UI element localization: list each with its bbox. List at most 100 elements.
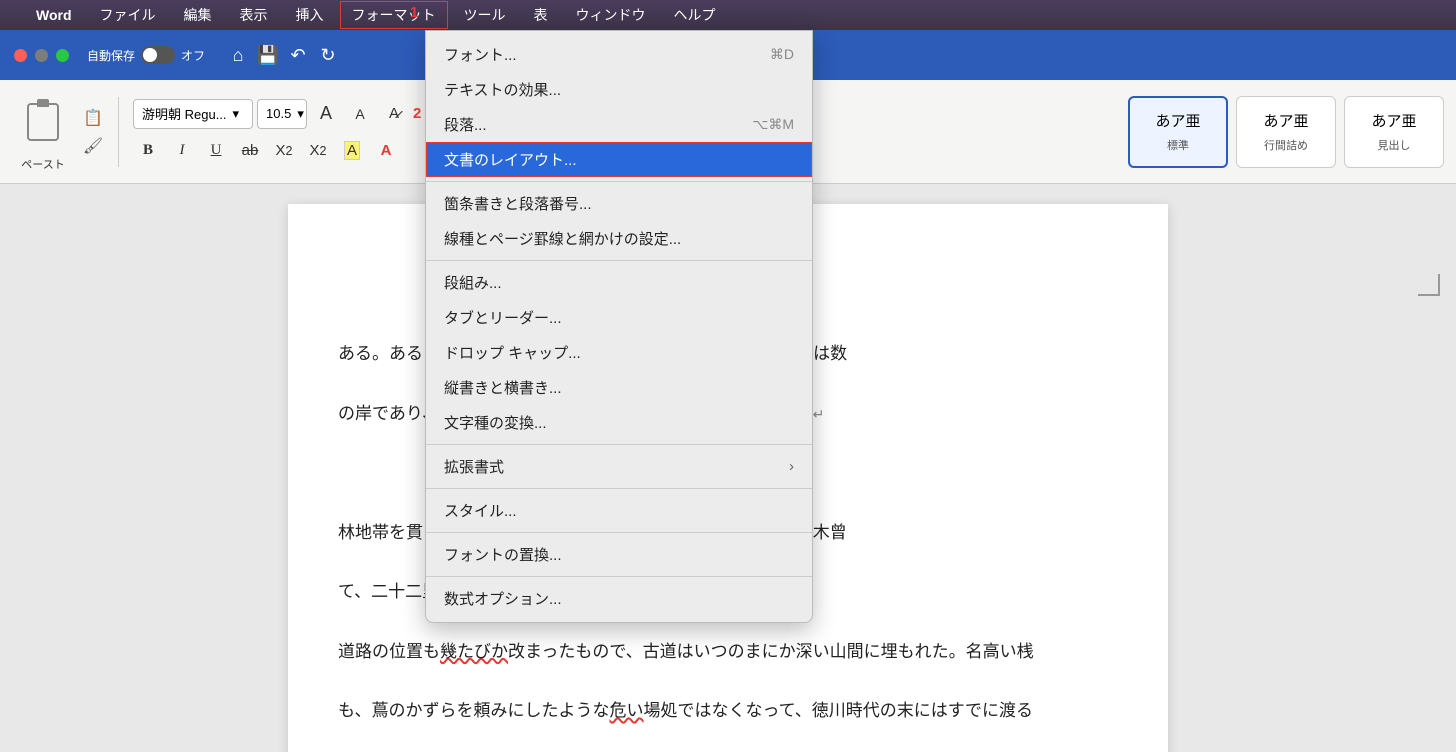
menu-item[interactable]: フォントの置換... — [426, 537, 812, 572]
style-heading[interactable]: あア亜 見出し — [1344, 96, 1444, 168]
switch-icon[interactable] — [141, 46, 175, 64]
style-nospacing[interactable]: あア亜 行間詰め — [1236, 96, 1336, 168]
style-normal[interactable]: あア亜 標準 — [1128, 96, 1228, 168]
menu-item[interactable]: タブとリーダー... — [426, 300, 812, 335]
menu-item-label: 縦書きと横書き... — [444, 377, 562, 398]
style-sample: あア亜 — [1263, 110, 1308, 131]
menu-item-label: ドロップ キャップ... — [444, 342, 581, 363]
home-icon[interactable]: ⌂ — [223, 40, 253, 70]
redo-icon[interactable]: ↻ — [313, 40, 343, 70]
menu-item[interactable]: 縦書きと横書き... — [426, 370, 812, 405]
menu-separator — [426, 260, 812, 261]
paragraph-mark-icon: ↵ — [813, 406, 825, 422]
menu-item-label: 線種とページ罫線と網かけの設定... — [444, 228, 681, 249]
fullscreen-window-icon[interactable] — [56, 49, 69, 62]
menu-item[interactable]: フォント... ⌘D — [426, 37, 812, 72]
macos-menubar: Word ファイル 編集 表示 挿入 フォーマット ツール 表 ウィンドウ ヘル… — [0, 0, 1456, 30]
font-group: 游明朝 Regu...▾ 10.5▾ A A A̷ 2 B I U ab X2 … — [133, 99, 421, 165]
menu-help[interactable]: ヘルプ — [662, 1, 728, 29]
menu-item-label: 段落... — [444, 114, 487, 135]
menu-item[interactable]: 拡張書式 › — [426, 449, 812, 484]
menubar-app-name[interactable]: Word — [24, 3, 84, 27]
menu-item[interactable]: 文書のレイアウト... — [426, 142, 812, 177]
paste-label: ペースト — [21, 156, 64, 172]
menu-item[interactable]: 段組み... — [426, 265, 812, 300]
body-text: も、蔦のかずらを頼みにしたような — [338, 701, 610, 720]
menu-item[interactable]: 文字種の変換... — [426, 405, 812, 440]
font-color-button[interactable]: A — [371, 137, 401, 165]
annotation-1: 1 — [410, 4, 418, 21]
body-text: 道路の位置も — [338, 642, 440, 661]
menu-item-label: 拡張書式 — [444, 456, 504, 477]
menu-item[interactable]: テキストの効果... — [426, 72, 812, 107]
format-menu-dropdown: フォント... ⌘D テキストの効果... 段落... ⌥⌘M 文書のレイアウト... 箇条… — [425, 30, 813, 623]
undo-icon[interactable]: ↶ — [283, 40, 313, 70]
increase-font-icon[interactable]: A — [311, 100, 341, 128]
autosave-state: オフ — [181, 47, 205, 64]
annotation-2: 2 — [413, 105, 421, 122]
menu-view[interactable]: 表示 — [228, 1, 280, 29]
menu-separator — [426, 181, 812, 182]
spellcheck-marked: 危い — [610, 701, 644, 720]
menu-window[interactable]: ウィンドウ — [564, 1, 658, 29]
menu-table[interactable]: 表 — [522, 1, 560, 29]
superscript-button[interactable]: X2 — [303, 137, 333, 165]
style-sample: あア亜 — [1371, 110, 1416, 131]
close-window-icon[interactable] — [14, 49, 27, 62]
clipboard-icon — [27, 103, 59, 141]
menu-item-label: フォント... — [444, 44, 517, 65]
save-icon[interactable]: 💾 — [253, 40, 283, 70]
menu-shortcut: ⌘D — [770, 46, 794, 63]
clear-format-icon[interactable]: A̷ — [379, 100, 409, 128]
autosave-toggle[interactable]: 自動保存 オフ — [87, 46, 205, 64]
menu-item-label: テキストの効果... — [444, 79, 561, 100]
spellcheck-marked: 幾たびか — [440, 642, 508, 661]
paste-button[interactable] — [18, 92, 68, 152]
menu-item[interactable]: 線種とページ罫線と網かけの設定... — [426, 221, 812, 256]
margin-corner-icon — [1418, 274, 1440, 296]
menu-edit[interactable]: 編集 — [172, 1, 224, 29]
style-label: 見出し — [1378, 137, 1411, 153]
menu-separator — [426, 576, 812, 577]
menu-tools[interactable]: ツール — [452, 1, 518, 29]
menu-item-label: 段組み... — [444, 272, 502, 293]
copy-icon[interactable]: 📋 — [82, 107, 104, 129]
divider — [118, 97, 119, 167]
menu-file[interactable]: ファイル — [88, 1, 168, 29]
menu-item[interactable]: ドロップ キャップ... — [426, 335, 812, 370]
menu-item-label: 文書のレイアウト... — [444, 149, 577, 170]
menu-item[interactable]: スタイル... — [426, 493, 812, 528]
menu-item-label: 箇条書きと段落番号... — [444, 193, 592, 214]
strikethrough-button[interactable]: ab — [235, 137, 265, 165]
autosave-label: 自動保存 — [87, 47, 135, 64]
menu-item-label: 文字種の変換... — [444, 412, 547, 433]
highlight-button[interactable]: A — [337, 137, 367, 165]
menu-item-label: 数式オプション... — [444, 588, 562, 609]
menu-separator — [426, 488, 812, 489]
style-sample: あア亜 — [1155, 110, 1200, 131]
minimize-window-icon[interactable] — [35, 49, 48, 62]
submenu-chevron-icon: › — [789, 458, 794, 475]
menu-item[interactable]: 箇条書きと段落番号... — [426, 186, 812, 221]
italic-button[interactable]: I — [167, 137, 197, 165]
menu-insert[interactable]: 挿入 — [284, 1, 336, 29]
menu-item-label: タブとリーダー... — [444, 307, 562, 328]
underline-button[interactable]: U — [201, 137, 231, 165]
font-name-select[interactable]: 游明朝 Regu...▾ — [133, 99, 253, 129]
body-text: 場処ではなくなって、徳川時代の末にはすでに渡る — [644, 701, 1033, 720]
bold-button[interactable]: B — [133, 137, 163, 165]
menu-item-label: スタイル... — [444, 500, 517, 521]
style-label: 標準 — [1167, 137, 1189, 153]
subscript-button[interactable]: X2 — [269, 137, 299, 165]
menu-item[interactable]: 段落... ⌥⌘M — [426, 107, 812, 142]
menu-item[interactable]: 数式オプション... — [426, 581, 812, 616]
clipboard-group: ペースト — [12, 92, 74, 172]
decrease-font-icon[interactable]: A — [345, 100, 375, 128]
body-text: 改まったもので、古道はいつのまにか深い山間に埋もれた。名高い桟 — [508, 642, 1034, 661]
menu-format[interactable]: フォーマット — [340, 1, 448, 29]
menu-shortcut: ⌥⌘M — [752, 116, 794, 133]
menu-item-label: フォントの置換... — [444, 544, 562, 565]
menu-separator — [426, 532, 812, 533]
font-size-select[interactable]: 10.5▾ — [257, 99, 307, 129]
format-painter-icon[interactable]: 🖌 — [82, 135, 104, 157]
